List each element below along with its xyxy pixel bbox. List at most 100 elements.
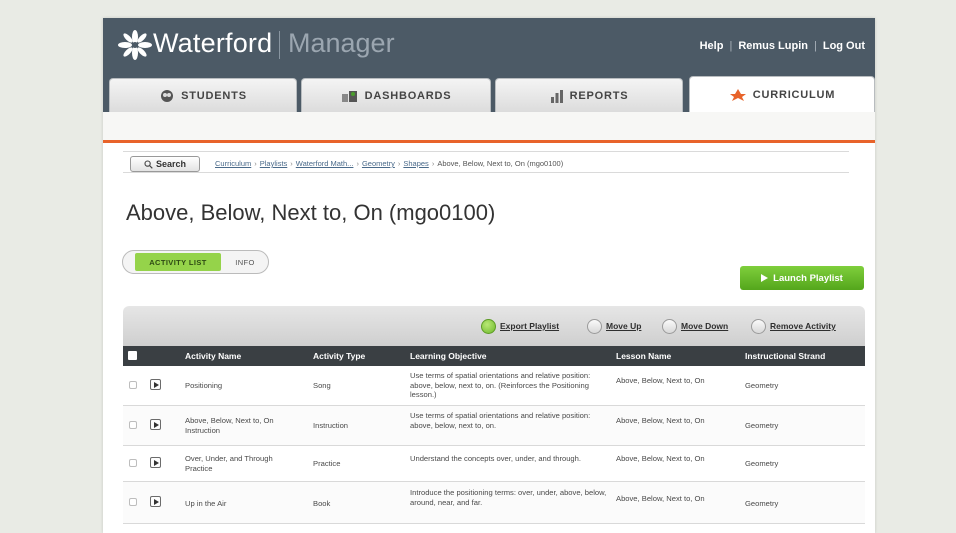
remove-icon	[751, 318, 766, 334]
row-checkbox[interactable]	[129, 498, 137, 506]
export-icon	[481, 318, 496, 334]
top-bar: Waterford Manager Help | Remus Lupin | L…	[103, 18, 875, 76]
breadcrumb-link-geometry[interactable]: Geometry	[362, 159, 395, 168]
column-header-lesson-name[interactable]: Lesson Name	[616, 346, 671, 366]
table-header: Activity Name Activity Type Learning Obj…	[123, 346, 865, 366]
table-action-bar: Export Playlist Move Up Move Down Remove…	[123, 306, 865, 346]
breadcrumb: Curriculum › Playlists › Waterford Math... › G…	[215, 159, 563, 168]
row-checkbox[interactable]	[129, 381, 137, 389]
activity-name[interactable]: Positioning	[185, 381, 300, 391]
instructional-strand: Geometry	[745, 381, 779, 390]
breadcrumb-link-playlists[interactable]: Playlists	[260, 159, 288, 168]
tab-students[interactable]: STUDENTS	[109, 78, 297, 112]
activity-type: Book	[313, 499, 331, 508]
tab-curriculum[interactable]: CURRICULUM	[689, 76, 875, 112]
lesson-name: Above, Below, Next to, On	[616, 376, 705, 385]
launch-playlist-button[interactable]: Launch Playlist	[740, 266, 864, 290]
tab-label: STUDENTS	[181, 89, 247, 102]
move-up-icon	[587, 318, 602, 334]
student-icon	[161, 89, 174, 102]
table-row[interactable]: Over, Under, and Through Practice Practi…	[123, 446, 865, 482]
top-links: Help | Remus Lupin | Log Out	[700, 40, 865, 52]
breadcrumb-bar: Search Curriculum › Playlists › Waterford Ma…	[123, 151, 849, 173]
search-button[interactable]: Search	[130, 156, 200, 172]
play-icon[interactable]	[150, 496, 161, 507]
play-icon[interactable]	[150, 457, 161, 468]
learning-objective: Use terms of spatial orientations and re…	[410, 371, 591, 399]
column-header-activity-name[interactable]: Activity Name	[185, 346, 241, 366]
brand-divider	[279, 31, 280, 59]
breadcrumb-separator: ›	[290, 159, 293, 168]
launch-playlist-label: Launch Playlist	[773, 272, 843, 284]
activity-name[interactable]: Over, Under, and Through Practice	[185, 454, 300, 473]
app-window: Waterford Manager Help | Remus Lupin | L…	[103, 18, 875, 533]
tab-dashboards[interactable]: DASHBOARDS	[301, 78, 491, 112]
main-tabs: STUDENTS DASHBOARDS REPORTS CURRICULUM	[103, 76, 875, 112]
table-row[interactable]: Positioning Song Use terms of spatial or…	[123, 366, 865, 406]
activity-name[interactable]: Above, Below, Next to, On Instruction	[185, 416, 300, 435]
select-all-checkbox[interactable]	[128, 351, 137, 360]
learning-objective: Introduce the positioning terms: over, u…	[410, 488, 607, 507]
activity-type: Instruction	[313, 421, 349, 430]
table-row[interactable]: Up in the Air Book Introduce the positio…	[123, 482, 865, 524]
user-name-link[interactable]: Remus Lupin	[738, 40, 808, 52]
remove-activity-action[interactable]: Remove Activity	[751, 318, 836, 334]
link-separator: |	[729, 40, 733, 52]
activity-type: Practice	[313, 459, 341, 468]
activity-list-tab[interactable]: ACTIVITY LIST	[135, 253, 221, 271]
dashboard-icon	[341, 90, 357, 102]
column-header-activity-type[interactable]: Activity Type	[313, 346, 365, 366]
tab-reports[interactable]: REPORTS	[495, 78, 683, 112]
tab-label: CURRICULUM	[752, 88, 836, 101]
export-playlist-action[interactable]: Export Playlist	[481, 318, 559, 334]
row-checkbox[interactable]	[129, 421, 137, 429]
export-playlist-label: Export Playlist	[500, 321, 560, 331]
info-tab[interactable]: INFO	[227, 253, 263, 271]
accent-divider	[103, 140, 875, 143]
column-header-instructional-strand[interactable]: Instructional Strand	[745, 346, 825, 366]
breadcrumb-link-shapes[interactable]: Shapes	[403, 159, 428, 168]
breadcrumb-separator: ›	[431, 159, 435, 168]
instructional-strand: Geometry	[745, 459, 779, 468]
page-title: Above, Below, Next to, On (mgo0100)	[126, 200, 496, 225]
breadcrumb-link-curriculum[interactable]: Curriculum	[215, 159, 251, 168]
breadcrumb-link-waterford-math[interactable]: Waterford Math...	[296, 159, 354, 168]
curriculum-icon	[729, 88, 746, 101]
link-separator: |	[813, 40, 817, 52]
row-checkbox[interactable]	[129, 459, 137, 467]
remove-activity-label: Remove Activity	[770, 321, 836, 331]
brand-subtitle: Manager	[288, 28, 395, 58]
breadcrumb-separator: ›	[254, 159, 257, 168]
breadcrumb-current: Above, Below, Next to, On (mgo0100)	[437, 159, 564, 168]
play-icon	[761, 274, 769, 282]
lesson-name: Above, Below, Next to, On	[616, 494, 705, 503]
brand-name: Waterford	[153, 28, 273, 58]
instructional-strand: Geometry	[745, 421, 779, 430]
help-link[interactable]: Help	[700, 40, 724, 52]
snowflake-leaf-logo-icon	[118, 30, 152, 60]
move-down-label: Move Down	[681, 321, 729, 331]
lesson-name: Above, Below, Next to, On	[616, 454, 705, 463]
column-header-learning-objective[interactable]: Learning Objective	[410, 346, 487, 366]
search-label: Search	[155, 159, 187, 169]
sub-header-strip	[103, 112, 875, 140]
magnifier-icon	[144, 159, 153, 169]
move-down-icon	[662, 318, 677, 334]
tab-label: REPORTS	[569, 89, 629, 102]
breadcrumb-separator: ›	[356, 159, 359, 168]
instructional-strand: Geometry	[745, 499, 779, 508]
learning-objective: Understand the concepts over, under, and…	[410, 454, 581, 463]
activity-type: Song	[313, 381, 331, 390]
play-icon[interactable]	[150, 419, 161, 430]
log-out-link[interactable]: Log Out	[823, 40, 865, 52]
breadcrumb-separator: ›	[397, 159, 401, 168]
table-row[interactable]: Above, Below, Next to, On Instruction In…	[123, 406, 865, 446]
move-up-action[interactable]: Move Up	[587, 318, 641, 334]
lesson-name: Above, Below, Next to, On	[616, 416, 705, 425]
activity-name[interactable]: Up in the Air	[185, 499, 300, 509]
move-down-action[interactable]: Move Down	[662, 318, 728, 334]
play-icon[interactable]	[150, 379, 161, 390]
move-up-label: Move Up	[606, 321, 642, 331]
tab-label: DASHBOARDS	[364, 89, 452, 102]
bar-chart-icon	[550, 89, 563, 103]
